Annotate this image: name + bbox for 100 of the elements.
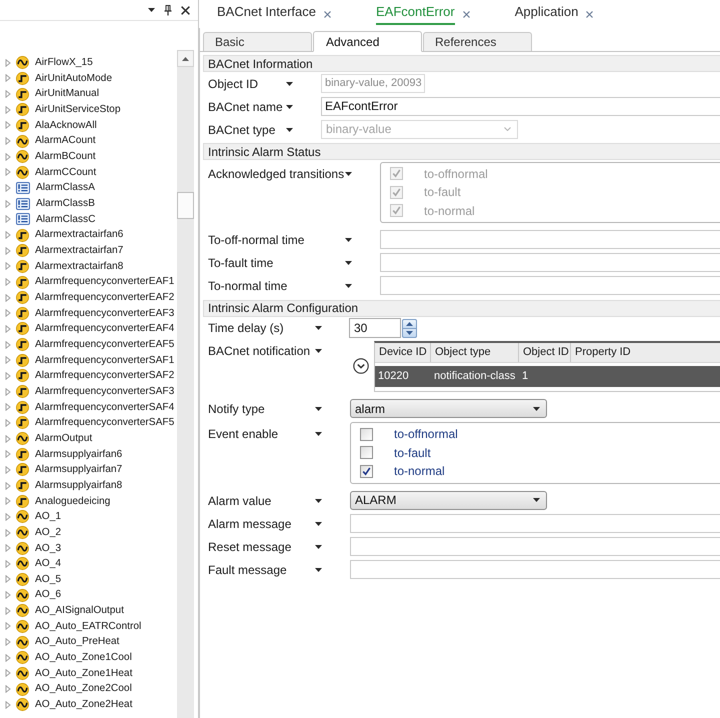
expand-arrow-icon[interactable] xyxy=(5,121,11,130)
expand-arrow-icon[interactable] xyxy=(5,434,11,443)
tree-item[interactable]: AirUnitManual xyxy=(0,86,177,102)
document-tab[interactable]: BACnet Interface xyxy=(217,0,331,28)
expand-arrow-icon[interactable] xyxy=(5,137,11,146)
property-tab[interactable]: Advanced xyxy=(313,31,422,52)
expand-arrow-icon[interactable] xyxy=(5,685,11,694)
expand-arrow-icon[interactable] xyxy=(5,200,11,208)
expand-arrow-icon[interactable] xyxy=(5,450,11,458)
property-tab[interactable]: References xyxy=(423,32,532,51)
caret-down-icon[interactable] xyxy=(148,8,155,12)
tree-item[interactable]: AlarmfrequencyconverterSAF4 xyxy=(0,399,177,416)
document-tab[interactable]: EAFcontError xyxy=(376,0,470,28)
text-field[interactable] xyxy=(380,230,720,249)
tree-item[interactable]: AO_Auto_PreHeat xyxy=(0,634,177,650)
expand-arrow-icon[interactable] xyxy=(5,168,11,176)
expand-arrow-icon[interactable] xyxy=(5,591,11,600)
tree-item[interactable]: AirFlowX_15 xyxy=(0,55,177,71)
caret-down-icon[interactable] xyxy=(315,432,322,436)
caret-down-icon[interactable] xyxy=(315,568,322,572)
caret-down-icon[interactable] xyxy=(286,104,293,108)
expand-arrow-icon[interactable] xyxy=(5,622,11,630)
dropdown[interactable]: ALARM xyxy=(350,490,547,510)
expand-arrow-icon[interactable] xyxy=(5,497,11,506)
caret-down-icon[interactable] xyxy=(286,128,293,132)
caret-down-icon[interactable] xyxy=(315,498,322,502)
tree-item[interactable]: AlarmfrequencyconverterEAF5 xyxy=(0,336,177,352)
expand-arrow-icon[interactable] xyxy=(5,58,11,67)
caret-down-icon[interactable] xyxy=(315,544,322,548)
tree-item[interactable]: Alarmsupplyairfan7 xyxy=(0,462,177,478)
expand-arrow-icon[interactable] xyxy=(5,278,11,286)
caret-down-icon[interactable] xyxy=(315,326,322,330)
tree-item[interactable]: AO_2 xyxy=(0,524,177,540)
caret-down-icon[interactable] xyxy=(345,261,352,265)
tree-item[interactable]: AO_AISignalOutput xyxy=(0,602,177,619)
expand-arrow-icon[interactable] xyxy=(5,606,11,615)
expand-arrow-icon[interactable] xyxy=(5,106,11,114)
expand-arrow-icon[interactable] xyxy=(5,372,11,380)
document-tab[interactable]: Application xyxy=(514,0,594,28)
tree-item[interactable]: AO_3 xyxy=(0,540,177,556)
expand-arrow-icon[interactable] xyxy=(5,669,11,678)
tree-item[interactable]: AlarmfrequencyconverterSAF2 xyxy=(0,368,177,384)
expand-arrow-icon[interactable] xyxy=(5,700,11,709)
expand-arrow-icon[interactable] xyxy=(5,544,11,552)
tree-item[interactable]: AlaAcknowAll xyxy=(0,118,177,134)
tree-item[interactable]: AlarmBCount xyxy=(0,148,177,165)
expand-arrow-icon[interactable] xyxy=(5,184,11,192)
expand-arrow-icon[interactable] xyxy=(5,152,11,161)
text-field[interactable] xyxy=(350,514,720,532)
dropdown[interactable]: alarm xyxy=(350,399,547,418)
tree-item[interactable]: AlarmfrequencyconverterEAF3 xyxy=(0,306,177,322)
expand-arrow-icon[interactable] xyxy=(5,466,11,474)
expand-arrow-icon[interactable] xyxy=(5,356,11,364)
tree-item[interactable]: AlarmOutput xyxy=(0,430,177,446)
tree-item[interactable]: AO_4 xyxy=(0,556,177,572)
tree-item[interactable]: AlarmfrequencyconverterSAF5 xyxy=(0,415,177,431)
text-field[interactable] xyxy=(350,536,720,556)
checkbox-label[interactable]: to-offnormal xyxy=(394,425,458,444)
tree-item[interactable]: AO_Auto_Zone2Cool xyxy=(0,681,177,697)
number-field[interactable]: 30 xyxy=(349,318,401,338)
tree-item[interactable]: AO_Auto_Zone1Heat xyxy=(0,666,177,682)
tree-item[interactable]: Alarmsupplyairfan6 xyxy=(0,446,177,462)
expand-arrow-icon[interactable] xyxy=(5,340,11,349)
checkbox[interactable] xyxy=(360,446,373,460)
tree-item[interactable]: AO_Auto_Zone1Cool xyxy=(0,650,177,666)
tree-item[interactable]: AirUnitServiceStop xyxy=(0,102,177,118)
tree-item[interactable]: Analoguedeicing xyxy=(0,493,177,510)
expand-arrow-icon[interactable] xyxy=(5,418,11,427)
expand-arrow-icon[interactable] xyxy=(5,403,11,412)
tree-item[interactable]: AO_6 xyxy=(0,587,177,603)
tree-item[interactable]: AO_Auto_EATRControl xyxy=(0,618,177,634)
caret-down-icon[interactable] xyxy=(345,284,352,288)
expand-arrow-icon[interactable] xyxy=(5,528,11,537)
checkbox[interactable] xyxy=(360,428,373,441)
tree-item[interactable]: Alarmextractairfan6 xyxy=(0,227,177,243)
expand-arrow-icon[interactable] xyxy=(5,90,11,98)
tree-item[interactable]: AlarmfrequencyconverterSAF3 xyxy=(0,384,177,400)
tree-item[interactable]: AO_1 xyxy=(0,509,177,525)
text-field[interactable] xyxy=(380,276,720,295)
text-field[interactable] xyxy=(350,560,720,578)
caret-down-icon[interactable] xyxy=(286,82,293,86)
checkbox[interactable] xyxy=(360,464,373,478)
tree-item[interactable]: AlarmClassA xyxy=(0,180,177,196)
spin-up-button[interactable] xyxy=(402,318,417,328)
tree-item[interactable]: AO_5 xyxy=(0,572,177,588)
scrollbar-thumb[interactable] xyxy=(177,192,194,219)
expand-arrow-icon[interactable] xyxy=(5,309,11,318)
expand-arrow-icon[interactable] xyxy=(5,654,11,662)
tree-item[interactable]: AlarmACount xyxy=(0,133,177,149)
tree-item[interactable]: AO_Auto_Zone2Heat xyxy=(0,696,177,713)
tree-item[interactable]: AlarmfrequencyconverterEAF4 xyxy=(0,321,177,337)
tree-item[interactable]: Alarmextractairfan7 xyxy=(0,242,177,259)
expand-arrow-icon[interactable] xyxy=(5,560,11,568)
tree-item[interactable]: AlarmfrequencyconverterEAF1 xyxy=(0,274,177,290)
tree-item[interactable]: AlarmCCount xyxy=(0,164,177,180)
expand-arrow-icon[interactable] xyxy=(5,638,11,646)
caret-down-icon[interactable] xyxy=(345,172,352,176)
checkbox-label[interactable]: to-normal xyxy=(394,462,445,480)
scroll-up-button[interactable] xyxy=(177,50,194,67)
expand-arrow-icon[interactable] xyxy=(5,512,11,521)
